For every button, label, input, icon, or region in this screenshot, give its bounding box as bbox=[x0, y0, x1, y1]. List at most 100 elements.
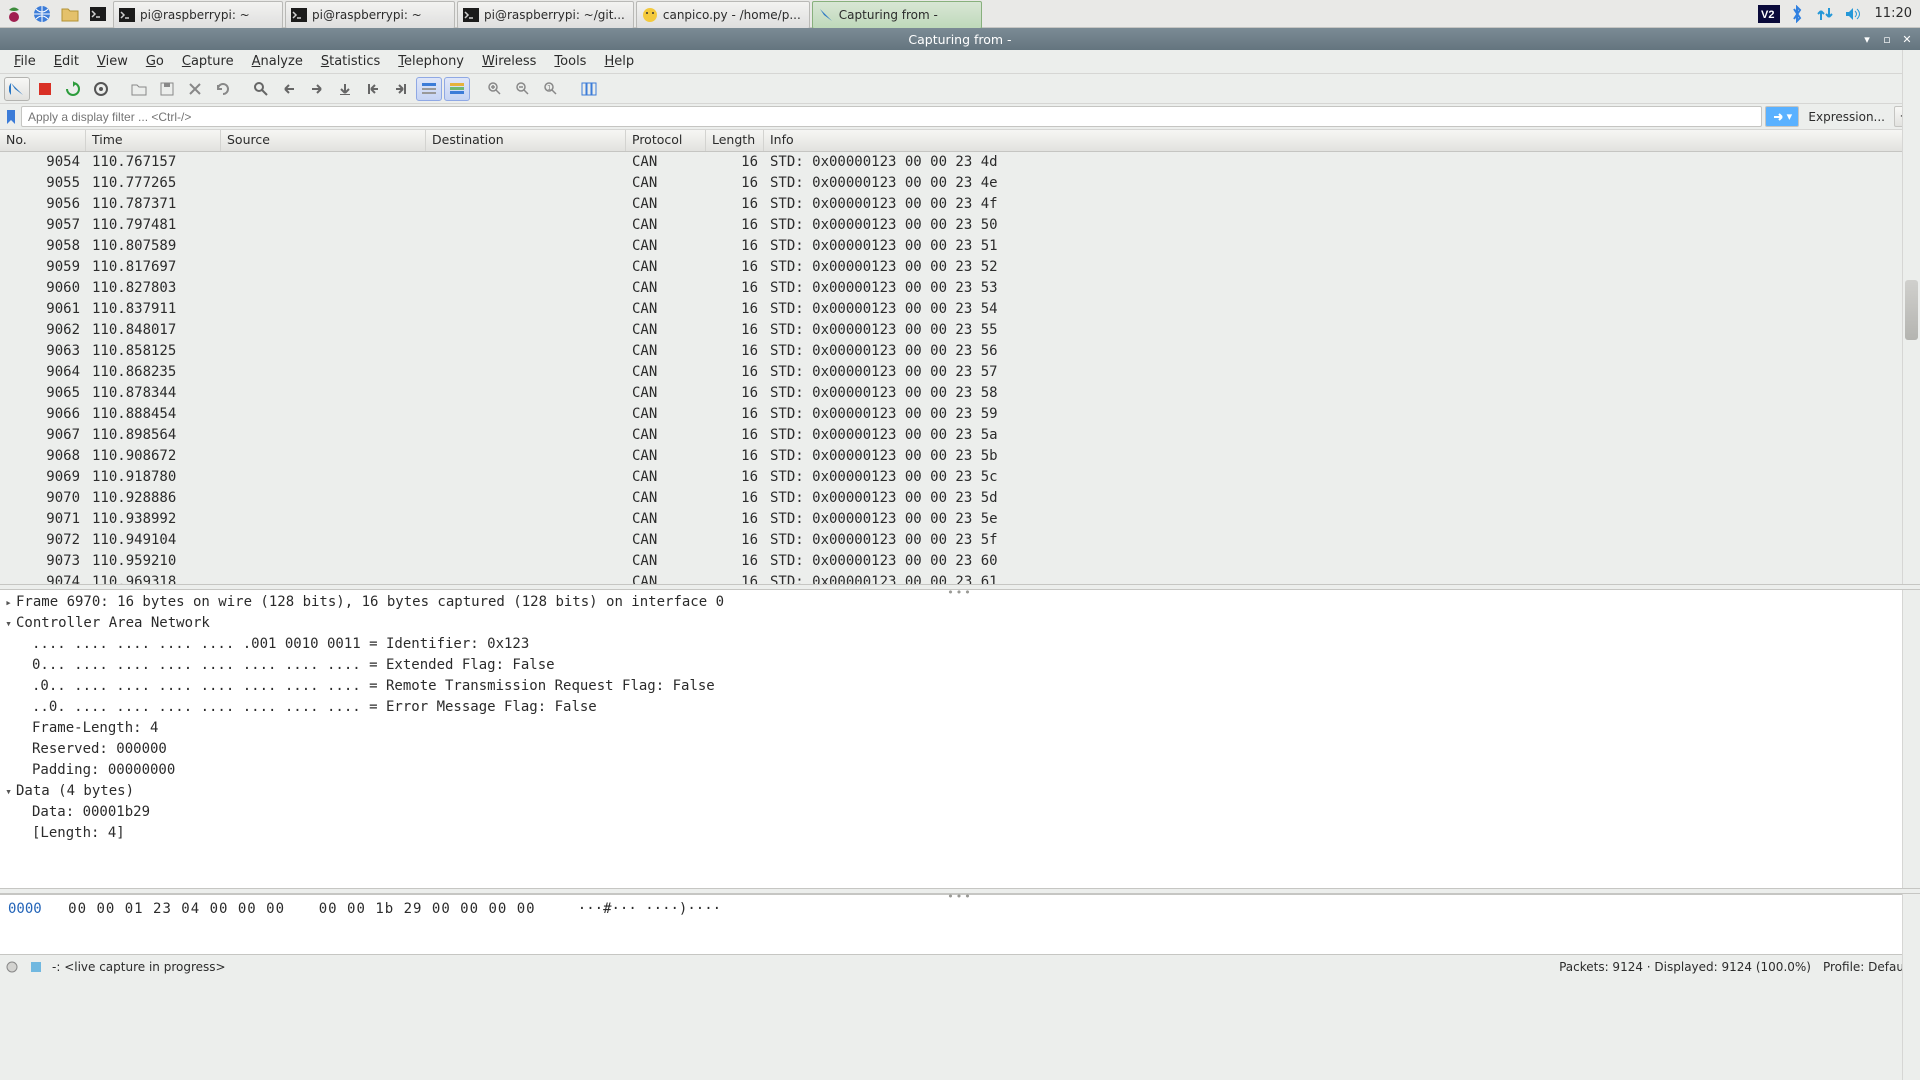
packet-detail-pane[interactable]: ▸Frame 6970: 16 bytes on wire (128 bits)… bbox=[0, 590, 1920, 888]
scroll-thumb[interactable] bbox=[1905, 280, 1918, 340]
packet-row[interactable]: 9071110.938992CAN16STD: 0x00000123 00 00… bbox=[0, 509, 1920, 530]
packet-bytes-pane[interactable]: 0000 00 00 01 23 04 00 00 00 00 00 1b 29… bbox=[0, 894, 1920, 954]
go-last-button[interactable] bbox=[388, 77, 414, 101]
menu-file[interactable]: File bbox=[6, 52, 44, 71]
splitter-bottom[interactable]: ••• bbox=[0, 888, 1920, 894]
collapse-icon[interactable]: ▾ bbox=[2, 613, 15, 634]
restart-capture-button[interactable] bbox=[60, 77, 86, 101]
menu-view[interactable]: View bbox=[89, 52, 136, 71]
reload-button[interactable] bbox=[210, 77, 236, 101]
vnc-tray-icon[interactable]: V2 bbox=[1755, 0, 1783, 28]
column-header[interactable]: Destination bbox=[426, 130, 626, 151]
file-manager-icon[interactable] bbox=[56, 0, 84, 28]
window-maximize-icon[interactable]: ▫ bbox=[1878, 31, 1896, 47]
menu-wireless[interactable]: Wireless bbox=[474, 52, 544, 71]
taskbar-task[interactable]: pi@raspberrypi: ~/git... bbox=[457, 1, 634, 29]
raspberry-menu-icon[interactable] bbox=[0, 0, 28, 28]
detail-data[interactable]: Data (4 bytes) bbox=[16, 781, 134, 802]
column-header[interactable]: No. bbox=[0, 130, 86, 151]
menu-help[interactable]: Help bbox=[596, 52, 642, 71]
start-capture-button[interactable] bbox=[4, 77, 30, 101]
packet-row[interactable]: 9054110.767157CAN16STD: 0x00000123 00 00… bbox=[0, 152, 1920, 173]
column-header[interactable]: Protocol bbox=[626, 130, 706, 151]
column-header[interactable]: Info bbox=[764, 130, 1920, 151]
packet-row[interactable]: 9056110.787371CAN16STD: 0x00000123 00 00… bbox=[0, 194, 1920, 215]
go-first-button[interactable] bbox=[360, 77, 386, 101]
taskbar-clock[interactable]: 11:20 bbox=[1867, 0, 1920, 27]
volume-tray-icon[interactable] bbox=[1839, 0, 1867, 28]
filter-expression-button[interactable]: Expression... bbox=[1802, 110, 1891, 124]
packet-list-body[interactable]: 9054110.767157CAN16STD: 0x00000123 00 00… bbox=[0, 152, 1920, 584]
zoom-in-button[interactable] bbox=[482, 77, 508, 101]
packet-row[interactable]: 9065110.878344CAN16STD: 0x00000123 00 00… bbox=[0, 383, 1920, 404]
detail-error-flag[interactable]: ..0. .... .... .... .... .... .... .... … bbox=[32, 697, 597, 718]
window-minimize-icon[interactable]: ▾ bbox=[1858, 31, 1876, 47]
display-filter-input[interactable] bbox=[21, 106, 1762, 127]
packet-row[interactable]: 9057110.797481CAN16STD: 0x00000123 00 00… bbox=[0, 215, 1920, 236]
zoom-out-button[interactable] bbox=[510, 77, 536, 101]
window-close-icon[interactable]: ✕ bbox=[1898, 31, 1916, 47]
detail-frame[interactable]: Frame 6970: 16 bytes on wire (128 bits),… bbox=[16, 592, 724, 613]
capture-options-button[interactable] bbox=[88, 77, 114, 101]
zoom-reset-button[interactable]: 1 bbox=[538, 77, 564, 101]
web-browser-icon[interactable] bbox=[28, 0, 56, 28]
packet-row[interactable]: 9064110.868235CAN16STD: 0x00000123 00 00… bbox=[0, 362, 1920, 383]
packet-row[interactable]: 9062110.848017CAN16STD: 0x00000123 00 00… bbox=[0, 320, 1920, 341]
menu-capture[interactable]: Capture bbox=[174, 52, 242, 71]
taskbar-task[interactable]: canpico.py - /home/p... bbox=[636, 1, 810, 29]
save-file-button[interactable] bbox=[154, 77, 180, 101]
menu-go[interactable]: Go bbox=[138, 52, 172, 71]
detail-can[interactable]: Controller Area Network bbox=[16, 613, 210, 634]
packet-row[interactable]: 9074110.969318CAN16STD: 0x00000123 00 00… bbox=[0, 572, 1920, 584]
resize-columns-button[interactable] bbox=[576, 77, 602, 101]
stop-capture-button[interactable] bbox=[32, 77, 58, 101]
collapse-icon[interactable]: ▾ bbox=[2, 781, 15, 802]
packet-row[interactable]: 9066110.888454CAN16STD: 0x00000123 00 00… bbox=[0, 404, 1920, 425]
packet-row[interactable]: 9068110.908672CAN16STD: 0x00000123 00 00… bbox=[0, 446, 1920, 467]
bookmark-icon[interactable] bbox=[4, 106, 18, 128]
detail-identifier[interactable]: .... .... .... .... .... .001 0010 0011 … bbox=[32, 634, 529, 655]
packet-row[interactable]: 9055110.777265CAN16STD: 0x00000123 00 00… bbox=[0, 173, 1920, 194]
go-forward-button[interactable] bbox=[304, 77, 330, 101]
packet-row[interactable]: 9070110.928886CAN16STD: 0x00000123 00 00… bbox=[0, 488, 1920, 509]
column-header[interactable]: Length bbox=[706, 130, 764, 151]
taskbar-task[interactable]: pi@raspberrypi: ~ bbox=[285, 1, 455, 29]
menu-tools[interactable]: Tools bbox=[546, 52, 594, 71]
close-file-button[interactable] bbox=[182, 77, 208, 101]
packet-row[interactable]: 9063110.858125CAN16STD: 0x00000123 00 00… bbox=[0, 341, 1920, 362]
packet-row[interactable]: 9058110.807589CAN16STD: 0x00000123 00 00… bbox=[0, 236, 1920, 257]
packet-list-header[interactable]: No.TimeSourceDestinationProtocolLengthIn… bbox=[0, 130, 1920, 152]
network-tray-icon[interactable] bbox=[1811, 0, 1839, 28]
detail-padding[interactable]: Padding: 00000000 bbox=[32, 760, 175, 781]
taskbar-task[interactable]: pi@raspberrypi: ~ bbox=[113, 1, 283, 29]
detail-frame-length[interactable]: Frame-Length: 4 bbox=[32, 718, 158, 739]
packet-row[interactable]: 9061110.837911CAN16STD: 0x00000123 00 00… bbox=[0, 299, 1920, 320]
menu-telephony[interactable]: Telephony bbox=[390, 52, 472, 71]
window-titlebar[interactable]: Capturing from - ▾ ▫ ✕ bbox=[0, 28, 1920, 50]
splitter-top[interactable]: ••• bbox=[0, 584, 1920, 590]
detail-data-value[interactable]: Data: 00001b29 bbox=[32, 802, 150, 823]
packet-row[interactable]: 9069110.918780CAN16STD: 0x00000123 00 00… bbox=[0, 467, 1920, 488]
packet-row[interactable]: 9073110.959210CAN16STD: 0x00000123 00 00… bbox=[0, 551, 1920, 572]
packet-row[interactable]: 9072110.949104CAN16STD: 0x00000123 00 00… bbox=[0, 530, 1920, 551]
packet-row[interactable]: 9059110.817697CAN16STD: 0x00000123 00 00… bbox=[0, 257, 1920, 278]
bluetooth-tray-icon[interactable] bbox=[1783, 0, 1811, 28]
detail-reserved[interactable]: Reserved: 000000 bbox=[32, 739, 167, 760]
status-stop-icon[interactable] bbox=[4, 959, 20, 975]
find-packet-button[interactable] bbox=[248, 77, 274, 101]
packet-list-scrollbar[interactable] bbox=[1902, 130, 1920, 584]
detail-extended-flag[interactable]: 0... .... .... .... .... .... .... .... … bbox=[32, 655, 555, 676]
detail-rtr-flag[interactable]: .0.. .... .... .... .... .... .... .... … bbox=[32, 676, 715, 697]
status-expert-icon[interactable] bbox=[28, 959, 44, 975]
detail-data-length[interactable]: [Length: 4] bbox=[32, 823, 125, 844]
filter-apply-button[interactable]: ▾ bbox=[1765, 106, 1799, 127]
menu-statistics[interactable]: Statistics bbox=[313, 52, 388, 71]
go-back-button[interactable] bbox=[276, 77, 302, 101]
auto-scroll-button[interactable] bbox=[416, 77, 442, 101]
expand-icon[interactable]: ▸ bbox=[2, 592, 15, 613]
open-file-button[interactable] bbox=[126, 77, 152, 101]
colorize-button[interactable] bbox=[444, 77, 470, 101]
menu-analyze[interactable]: Analyze bbox=[244, 52, 311, 71]
terminal-icon[interactable] bbox=[84, 0, 112, 28]
packet-row[interactable]: 9067110.898564CAN16STD: 0x00000123 00 00… bbox=[0, 425, 1920, 446]
